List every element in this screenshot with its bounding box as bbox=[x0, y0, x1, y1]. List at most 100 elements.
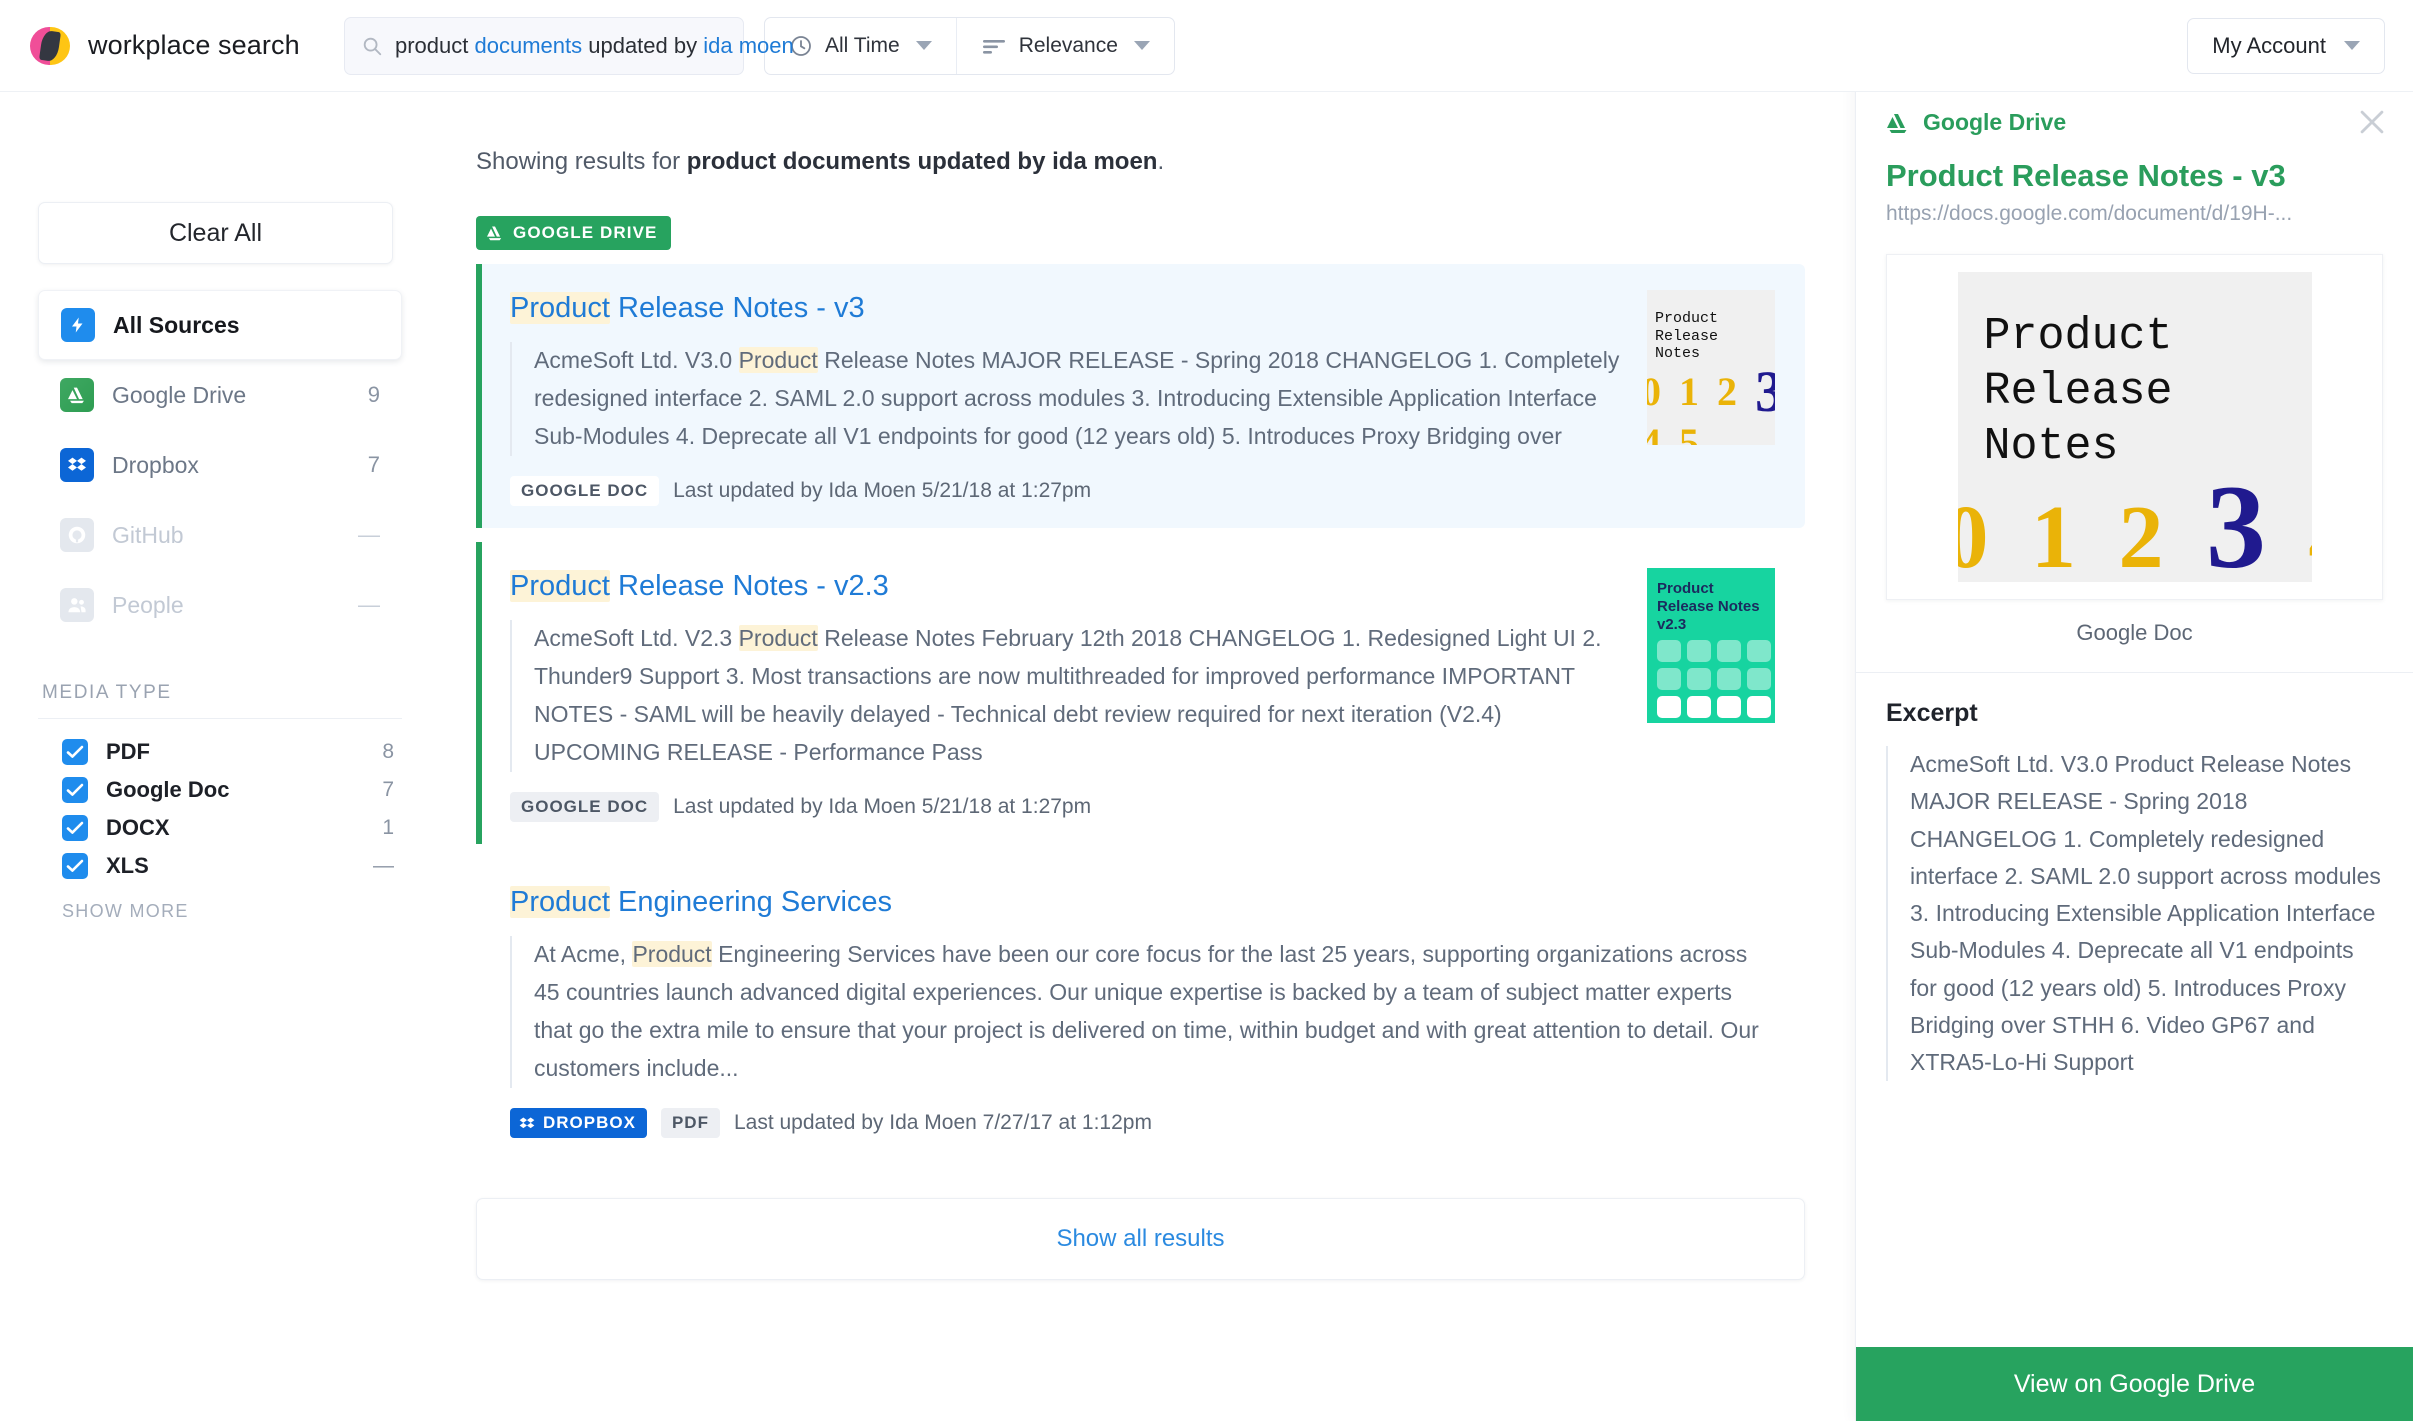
sidebar-item-label: GitHub bbox=[112, 522, 184, 549]
media-type-chip: PDF bbox=[661, 1108, 720, 1138]
sidebar-item-dropbox[interactable]: Dropbox 7 bbox=[38, 430, 402, 500]
clear-all-button[interactable]: Clear All bbox=[38, 202, 393, 264]
dropbox-icon bbox=[60, 448, 94, 482]
checkbox-checked-icon[interactable] bbox=[62, 853, 88, 879]
showing-suffix: . bbox=[1157, 148, 1164, 175]
sidebar-item-google-drive[interactable]: Google Drive 9 bbox=[38, 360, 402, 430]
result-card[interactable]: Product Engineering Services At Acme, Pr… bbox=[476, 858, 1805, 1160]
snippet-part-a: At Acme, bbox=[534, 941, 632, 967]
panel-url: https://docs.google.com/document/d/19H-.… bbox=[1886, 202, 2383, 226]
search-icon bbox=[361, 35, 383, 57]
source-accent-bar bbox=[476, 542, 482, 844]
source-chip-dropbox: DROPBOX bbox=[510, 1108, 647, 1138]
media-type-header: MEDIA TYPE bbox=[38, 682, 402, 704]
media-type-count: 8 bbox=[382, 740, 402, 764]
result-card[interactable]: Product Release Notes - v2.3 AcmeSoft Lt… bbox=[476, 542, 1805, 844]
media-type-label: Google Doc bbox=[106, 777, 229, 803]
result-meta: DROPBOX PDF Last updated by Ida Moen 7/2… bbox=[510, 1108, 1775, 1138]
checkbox-checked-icon[interactable] bbox=[62, 777, 88, 803]
thumb-nums-post: 4 5 bbox=[1647, 420, 1703, 445]
result-content: Product Engineering Services At Acme, Pr… bbox=[510, 884, 1775, 1138]
title-rest: Engineering Services bbox=[610, 886, 892, 918]
source-group-badge: GOOGLE DRIVE bbox=[476, 216, 671, 250]
github-icon bbox=[60, 518, 94, 552]
panel-header: Google Drive Product Release Notes - v3 … bbox=[1856, 87, 2413, 226]
google-drive-icon bbox=[486, 225, 504, 241]
chevron-down-icon bbox=[2344, 41, 2360, 50]
sidebar-item-all-sources[interactable]: All Sources bbox=[38, 290, 402, 360]
source-accent-bar bbox=[476, 264, 482, 528]
brand[interactable]: workplace search bbox=[28, 24, 340, 68]
media-type-list: PDF 8 Google Doc 7 DOCX 1 XLS — bbox=[38, 733, 402, 885]
preview-numbers: 0 1 2 3 4 5 bbox=[1958, 458, 2312, 582]
panel-source-label: Google Drive bbox=[1923, 109, 2066, 136]
bolt-icon bbox=[61, 308, 95, 342]
title-highlight: Product bbox=[510, 570, 610, 602]
show-more-button[interactable]: SHOW MORE bbox=[38, 901, 402, 922]
search-input[interactable]: product documents updated by ida moen bbox=[344, 17, 744, 75]
result-snippet: AcmeSoft Ltd. V3.0 Product Release Notes… bbox=[510, 342, 1623, 456]
excerpt-text: AcmeSoft Ltd. V3.0 Product Release Notes… bbox=[1886, 746, 2383, 1081]
account-dropdown[interactable]: My Account bbox=[2187, 18, 2385, 74]
sidebar-item-github[interactable]: GitHub — bbox=[38, 500, 402, 570]
media-type-row-xls[interactable]: XLS — bbox=[38, 847, 402, 885]
google-drive-icon bbox=[1886, 112, 1910, 134]
show-all-results-button[interactable]: Show all results bbox=[476, 1198, 1805, 1280]
result-thumbnail: 0 1 2 3 4 5 Product Release Notes bbox=[1647, 290, 1775, 445]
result-updated-text: Last updated by Ida Moen 5/21/18 at 1:27… bbox=[673, 479, 1091, 503]
source-group-label: GOOGLE DRIVE bbox=[513, 223, 658, 243]
people-icon bbox=[60, 588, 94, 622]
media-type-count: 7 bbox=[382, 778, 402, 802]
showing-query: product documents updated by ida moen bbox=[687, 148, 1158, 175]
close-icon[interactable] bbox=[2355, 105, 2389, 139]
media-type-row-google-doc[interactable]: Google Doc 7 bbox=[38, 771, 402, 809]
snippet-part-a: AcmeSoft Ltd. V3.0 bbox=[534, 347, 739, 373]
panel-preview-frame: 0 1 2 3 4 5 Product Release Notes bbox=[1886, 254, 2383, 600]
preview-num-big: 3 bbox=[2206, 460, 2276, 582]
sidebar-item-people[interactable]: People — bbox=[38, 570, 402, 640]
media-type-chip: GOOGLE DOC bbox=[510, 792, 659, 822]
filter-group: All Time Relevance bbox=[764, 17, 1175, 75]
result-card[interactable]: Product Release Notes - v3 AcmeSoft Ltd.… bbox=[476, 264, 1805, 528]
query-plain-1: product bbox=[395, 33, 475, 58]
thumbnail-grid-decoration bbox=[1657, 640, 1771, 718]
account-label: My Account bbox=[2212, 33, 2326, 59]
title-rest: Release Notes - v3 bbox=[610, 292, 865, 324]
search-query-text: product documents updated by ida moen bbox=[395, 33, 794, 59]
media-type-row-pdf[interactable]: PDF 8 bbox=[38, 733, 402, 771]
preview-nums-pre: 0 1 2 bbox=[1958, 488, 2207, 582]
media-type-row-docx[interactable]: DOCX 1 bbox=[38, 809, 402, 847]
result-thumbnail: Product Release Notes v2.3 bbox=[1647, 568, 1775, 723]
media-type-label: XLS bbox=[106, 853, 149, 879]
google-drive-icon bbox=[60, 378, 94, 412]
checkbox-checked-icon[interactable] bbox=[62, 815, 88, 841]
checkbox-checked-icon[interactable] bbox=[62, 739, 88, 765]
result-meta: GOOGLE DOC Last updated by Ida Moen 5/21… bbox=[510, 792, 1623, 822]
showing-results-text: Showing results for product documents up… bbox=[476, 148, 1805, 176]
showing-prefix: Showing results for bbox=[476, 148, 687, 175]
result-content: Product Release Notes - v3 AcmeSoft Ltd.… bbox=[510, 290, 1623, 506]
media-type-label: PDF bbox=[106, 739, 150, 765]
brand-name: workplace search bbox=[88, 30, 300, 61]
dropbox-icon bbox=[519, 1116, 535, 1131]
result-title-link[interactable]: Product Engineering Services bbox=[510, 884, 1775, 920]
source-filter-list: All Sources Google Drive 9 Dropbox 7 bbox=[38, 290, 402, 640]
sort-lines-icon bbox=[981, 36, 1007, 56]
sidebar: Clear All All Sources Google Drive 9 bbox=[0, 92, 430, 1421]
thumb-num-big: 3 bbox=[1755, 359, 1775, 424]
thumbnail-title: Product Release Notes bbox=[1655, 310, 1718, 363]
result-updated-text: Last updated by Ida Moen 5/21/18 at 1:27… bbox=[673, 795, 1091, 819]
snippet-highlight: Product bbox=[632, 941, 711, 967]
result-title-link[interactable]: Product Release Notes - v2.3 bbox=[510, 568, 1623, 604]
query-plain-2: updated by bbox=[582, 33, 703, 58]
result-title-link[interactable]: Product Release Notes - v3 bbox=[510, 290, 1623, 326]
sort-filter-dropdown[interactable]: Relevance bbox=[956, 18, 1174, 74]
preview-caption: Google Doc bbox=[1856, 620, 2413, 646]
top-bar: workplace search product documents updat… bbox=[0, 0, 2413, 92]
snippet-part-b: Engineering Services have been our core … bbox=[534, 941, 1759, 1081]
view-on-google-drive-button[interactable]: View on Google Drive bbox=[1856, 1347, 2413, 1421]
sidebar-item-label: Google Drive bbox=[112, 382, 246, 409]
workplace-search-logo-icon bbox=[28, 24, 72, 68]
snippet-highlight: Product bbox=[739, 347, 818, 373]
divider bbox=[38, 718, 402, 719]
